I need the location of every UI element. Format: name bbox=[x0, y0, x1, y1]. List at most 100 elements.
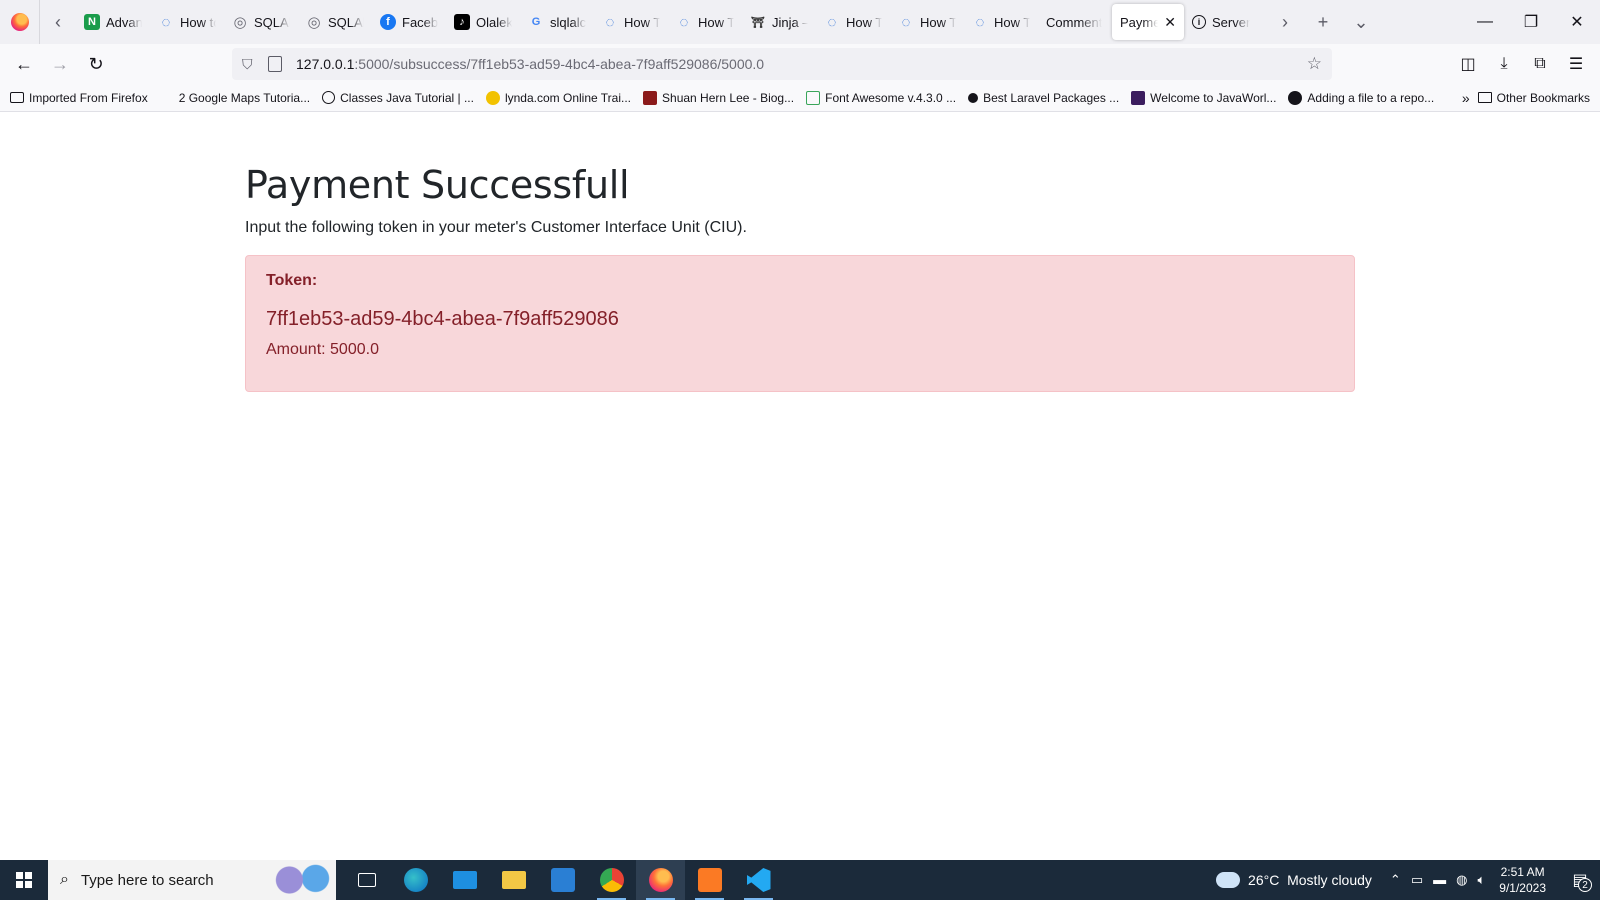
javaworld-icon bbox=[1131, 90, 1146, 105]
task-view-button[interactable] bbox=[342, 860, 391, 900]
tab-active[interactable]: Payment Successfull ✕ bbox=[1112, 4, 1184, 40]
people-icon bbox=[160, 91, 174, 105]
weather-widget[interactable]: 26°C Mostly cloudy bbox=[1212, 866, 1372, 888]
downloads-icon[interactable]: ⤓ bbox=[1486, 48, 1522, 80]
store-icon bbox=[550, 868, 575, 892]
tiktok-icon: ♪ bbox=[454, 14, 470, 30]
token-alert: Token: 7ff1eb53-ad59-4bc4-abea-7f9aff529… bbox=[245, 255, 1355, 392]
taskbar-firefox[interactable] bbox=[636, 860, 685, 900]
show-hidden-icons-chevron-icon[interactable]: ⌃ bbox=[1390, 872, 1401, 888]
tab[interactable]: ◌ How To bbox=[890, 4, 964, 40]
page-info-icon[interactable] bbox=[268, 56, 282, 72]
tab-list: N Advanced ◌ How to ◎ SQLAlchemy ◎ SQLAlchemy fF… bbox=[76, 0, 1112, 44]
font-awesome-icon bbox=[806, 90, 821, 105]
xampp-icon bbox=[697, 868, 722, 892]
tab[interactable]: ◌ How To bbox=[668, 4, 742, 40]
tab-title: How To bbox=[846, 14, 882, 30]
vscode-icon bbox=[746, 868, 771, 892]
clock[interactable]: 2:51 AM 9/1/2023 bbox=[1499, 864, 1546, 896]
bookmark-label: 2 Google Maps Tutoria... bbox=[178, 90, 311, 105]
github-icon bbox=[1288, 90, 1303, 105]
taskbar-vscode[interactable] bbox=[734, 860, 783, 900]
taskbar-file-explorer[interactable] bbox=[489, 860, 538, 900]
portrait-icon bbox=[643, 90, 658, 105]
bookmark-item[interactable]: 2 Google Maps Tutoria... bbox=[160, 91, 310, 105]
network-globe-icon[interactable]: ◍ bbox=[1456, 872, 1467, 888]
folder-icon bbox=[10, 92, 24, 103]
tab-title: slqlalchemy bbox=[550, 14, 586, 30]
system-tray: 26°C Mostly cloudy ⌃ ▭ ▬ ◍ 🔈︎ 2:51 AM 9/… bbox=[1212, 860, 1600, 900]
minimize-window-button[interactable]: — bbox=[1462, 0, 1508, 44]
bookmark-item[interactable]: Imported From Firefox bbox=[10, 91, 148, 105]
scroll-tabs-right-button[interactable]: › bbox=[1266, 0, 1304, 44]
tab[interactable]: ◌ How To bbox=[594, 4, 668, 40]
cloudy-weather-icon bbox=[1212, 866, 1241, 888]
tab-server[interactable]: i Server bbox=[1184, 4, 1260, 40]
battery-icon[interactable]: ▬ bbox=[1433, 872, 1446, 888]
bookmarks-toolbar: Imported From Firefox 2 Google Maps Tutor… bbox=[0, 84, 1600, 112]
volume-icon[interactable]: 🔈︎ bbox=[1477, 872, 1485, 888]
tab[interactable]: ♪ Olalekan bbox=[446, 4, 520, 40]
pocket-icon[interactable]: ◫ bbox=[1450, 48, 1486, 80]
other-bookmarks-button[interactable]: Other Bookmarks bbox=[1477, 91, 1590, 105]
start-button[interactable] bbox=[0, 860, 48, 900]
bookmark-item[interactable]: Shuan Hern Lee - Biog... bbox=[643, 90, 794, 105]
scroll-tabs-left-button[interactable]: ‹ bbox=[40, 0, 76, 44]
tab[interactable]: ◌ How to bbox=[150, 4, 224, 40]
windows-logo-icon bbox=[16, 872, 32, 888]
restore-window-button[interactable]: ❐ bbox=[1508, 0, 1554, 44]
tab[interactable]: ◎ SQLAlchemy bbox=[224, 4, 298, 40]
address-bar[interactable]: ⛉ 127.0.0.1:5000/subsuccess/7ff1eb53-ad5… bbox=[232, 48, 1332, 80]
notification-center-button[interactable]: ▤ 2 bbox=[1560, 860, 1600, 900]
close-window-button[interactable]: ✕ bbox=[1554, 0, 1600, 44]
bookmark-item[interactable]: Welcome to JavaWorl... bbox=[1131, 90, 1276, 105]
taskbar-store[interactable] bbox=[538, 860, 587, 900]
bookmark-item[interactable]: Font Awesome v.4.3.0 ... bbox=[806, 90, 956, 105]
bookmarks-overflow-chevron-icon[interactable]: » bbox=[1462, 90, 1470, 106]
tab[interactable]: ◌ How To bbox=[816, 4, 890, 40]
info-icon: i bbox=[1192, 15, 1206, 29]
bookmark-item[interactable]: Best Laravel Packages ... bbox=[968, 91, 1119, 105]
tracking-protection-shield-icon[interactable]: ⛉ bbox=[242, 56, 258, 72]
new-tab-button[interactable]: + bbox=[1304, 0, 1342, 44]
taskbar-xampp[interactable] bbox=[685, 860, 734, 900]
tab[interactable]: f Facebook bbox=[372, 4, 446, 40]
meet-now-icon[interactable]: ▭ bbox=[1411, 872, 1423, 888]
firefox-view-button[interactable] bbox=[0, 0, 40, 44]
sqlalchemy-icon: ◎ bbox=[233, 14, 247, 31]
forward-button[interactable]: → bbox=[42, 48, 78, 80]
firefox-logo-icon bbox=[10, 13, 29, 31]
app-menu-icon[interactable]: ☰ bbox=[1558, 48, 1594, 80]
list-all-tabs-button[interactable]: ⌄ bbox=[1342, 0, 1380, 44]
edge-icon bbox=[403, 868, 428, 892]
tab-title: How to bbox=[180, 14, 216, 30]
tab[interactable]: ⛩ Jinja — bbox=[742, 4, 816, 40]
tab[interactable]: Comment bbox=[1038, 4, 1112, 40]
tab[interactable]: ◌ How To bbox=[964, 4, 1038, 40]
bookmark-star-icon[interactable]: ☆ bbox=[1307, 54, 1322, 74]
tab-title: How To bbox=[698, 14, 734, 30]
bookmark-item[interactable]: lynda.com Online Trai... bbox=[485, 90, 631, 105]
close-tab-icon[interactable]: ✕ bbox=[1164, 14, 1176, 31]
tab[interactable]: ◎ SQLAlchemy bbox=[298, 4, 372, 40]
taskbar-edge[interactable] bbox=[391, 860, 440, 900]
tab-title: Comment bbox=[1046, 14, 1103, 30]
sync-icon: ◌ bbox=[901, 13, 911, 31]
navigation-toolbar: ← → ↻ ⛉ 127.0.0.1:5000/subsuccess/7ff1eb… bbox=[0, 44, 1600, 84]
token-label: Token: bbox=[266, 272, 318, 289]
taskbar-chrome[interactable] bbox=[587, 860, 636, 900]
bookmark-label: Adding a file to a repo... bbox=[1307, 90, 1435, 105]
taskbar-mail[interactable] bbox=[440, 860, 489, 900]
tab-title: How To bbox=[994, 14, 1030, 30]
bookmark-item[interactable]: Adding a file to a repo... bbox=[1288, 90, 1435, 105]
jinja-icon: ⛩ bbox=[751, 16, 765, 29]
bookmark-item[interactable]: Classes Java Tutorial | ... bbox=[322, 91, 474, 105]
tab-title: Olalekan bbox=[476, 14, 512, 30]
google-icon: G bbox=[531, 16, 541, 28]
back-button[interactable]: ← bbox=[6, 48, 42, 80]
reload-button[interactable]: ↻ bbox=[78, 48, 114, 80]
tab[interactable]: N Advanced bbox=[76, 4, 150, 40]
extensions-icon[interactable]: ⧉ bbox=[1522, 48, 1558, 80]
tab[interactable]: Gslqlalchemy bbox=[520, 4, 594, 40]
taskbar-search-box[interactable]: ⌕ Type here to search bbox=[48, 860, 336, 900]
